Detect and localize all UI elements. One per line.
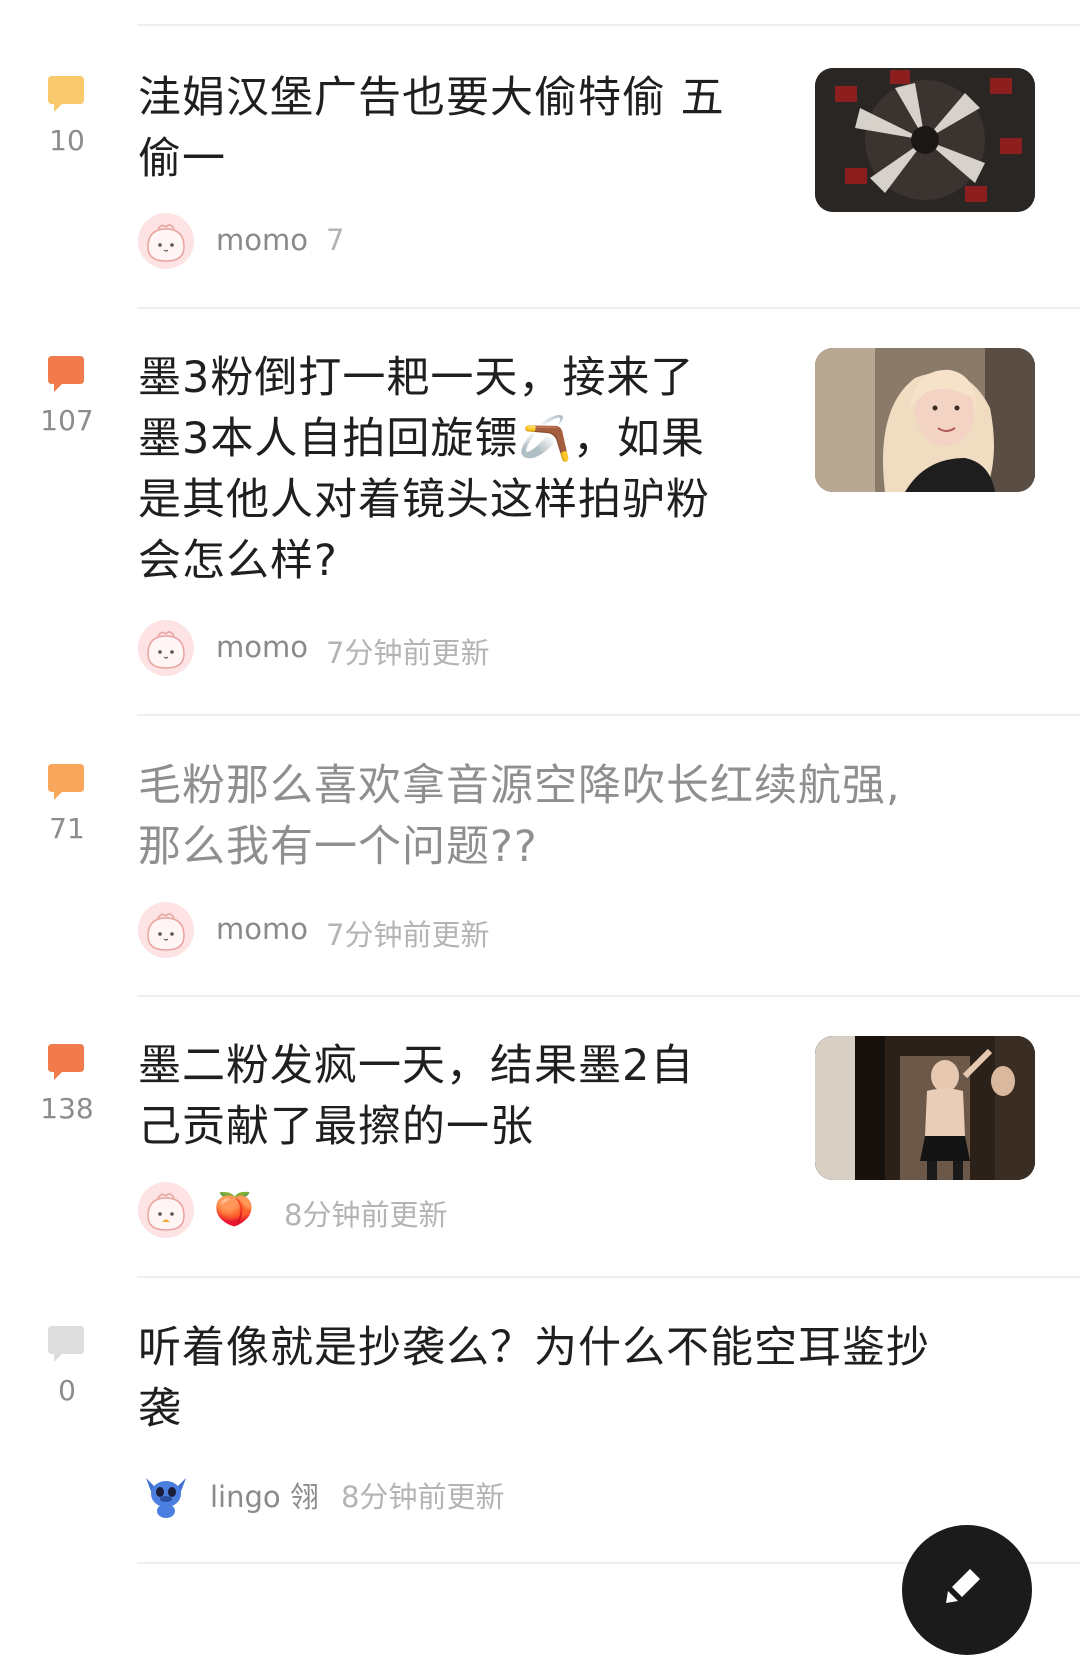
compose-button[interactable] [902,1525,1032,1655]
post-meta: momo 7分钟前更新 [138,902,538,958]
author-name[interactable]: lingo 翎 [210,1474,319,1516]
comment-count: 71 [49,812,85,845]
title-line: 袭 [138,1384,182,1434]
post-thumbnail[interactable] [815,68,1035,212]
post-title[interactable]: 洼娟汉堡广告也要大偷特偷 五 偷一 [138,68,725,190]
comment-bubble-icon [48,764,84,800]
title-line: 墨3粉倒打一耙一天，接来了 [138,353,695,403]
title-line: 毛粉那么喜欢拿音源空降吹长红续航强, [138,761,901,811]
post-thumbnail[interactable] [815,348,1035,492]
update-time: 7分钟前更新 [326,918,490,952]
comment-bubble-icon [48,1326,84,1362]
post-meta: 🍑 8分钟前更新 [138,1182,538,1238]
post-meta: lingo 翎 8分钟前更新 [138,1464,558,1520]
post-thumbnail[interactable] [815,1036,1035,1180]
title-line: 会怎么样? [138,536,338,586]
comment-count: 107 [40,404,94,437]
update-time: 7分钟前更新 [326,636,490,670]
comment-count: 0 [58,1374,76,1407]
comment-count: 138 [40,1092,94,1125]
divider [137,995,1080,997]
update-time: 8分钟前更新 [284,1198,448,1232]
update-time: 7 [326,223,345,257]
title-line: 听着像就是抄袭么？为什么不能空耳鉴抄 [138,1323,930,1373]
avatar[interactable] [138,213,194,269]
pencil-icon [946,1569,980,1603]
avatar[interactable] [138,902,194,958]
comment-bubble-icon [48,1044,84,1080]
title-line: 是其他人对着镜头这样拍驴粉 [138,475,710,525]
comment-count: 10 [49,124,85,157]
author-name[interactable]: momo [216,630,308,664]
title-line: 偷一 [138,134,226,184]
avatar[interactable] [138,1182,194,1238]
post-title[interactable]: 墨3粉倒打一耙一天，接来了 墨3本人自拍回旋镖🪃，如果 是其他人对着镜头这样拍驴… [138,348,710,592]
title-line: 洼娟汉堡广告也要大偷特偷 五 [138,73,725,123]
avatar[interactable] [138,620,194,676]
update-time: 8分钟前更新 [341,1480,505,1514]
divider [137,714,1080,716]
post-title[interactable]: 听着像就是抄袭么？为什么不能空耳鉴抄 袭 [138,1318,930,1440]
stitch-avatar[interactable] [138,1464,194,1520]
post-item[interactable]: 107 墨3粉倒打一耙一天，接来了 墨3本人自拍回旋镖🪃，如果 是其他人对着镜头… [0,348,1080,688]
post-meta: momo 7分钟前更新 [138,620,538,676]
post-title[interactable]: 毛粉那么喜欢拿音源空降吹长红续航强, 那么我有一个问题?? [138,756,901,878]
divider [137,1276,1080,1278]
author-name[interactable]: momo [216,223,308,257]
title-line: 那么我有一个问题?? [138,822,538,872]
title-line: 墨二粉发疯一天，结果墨2自 [138,1041,695,1091]
title-line: 墨3本人自拍回旋镖🪃，如果 [138,414,705,464]
title-line: 己贡献了最擦的一张 [138,1102,534,1152]
post-title[interactable]: 墨二粉发疯一天，结果墨2自 己贡献了最擦的一张 [138,1036,694,1158]
divider [137,307,1080,309]
post-feed: 10 洼娟汉堡广告也要大偷特偷 五 偷一 momo 7 107 墨3粉倒打一耙一… [0,0,1080,1655]
divider [137,24,1080,26]
comment-bubble-icon [48,356,84,392]
author-name[interactable]: momo [216,912,308,946]
author-name[interactable]: 🍑 [214,1190,254,1228]
post-item[interactable]: 71 毛粉那么喜欢拿音源空降吹长红续航强, 那么我有一个问题?? momo 7分… [0,756,1080,976]
comment-bubble-icon [48,76,84,112]
post-item[interactable]: 138 墨二粉发疯一天，结果墨2自 己贡献了最擦的一张 🍑 8分钟前更新 [0,1036,1080,1256]
post-meta: momo 7 [138,213,538,269]
post-item[interactable]: 10 洼娟汉堡广告也要大偷特偷 五 偷一 momo 7 [0,68,1080,298]
